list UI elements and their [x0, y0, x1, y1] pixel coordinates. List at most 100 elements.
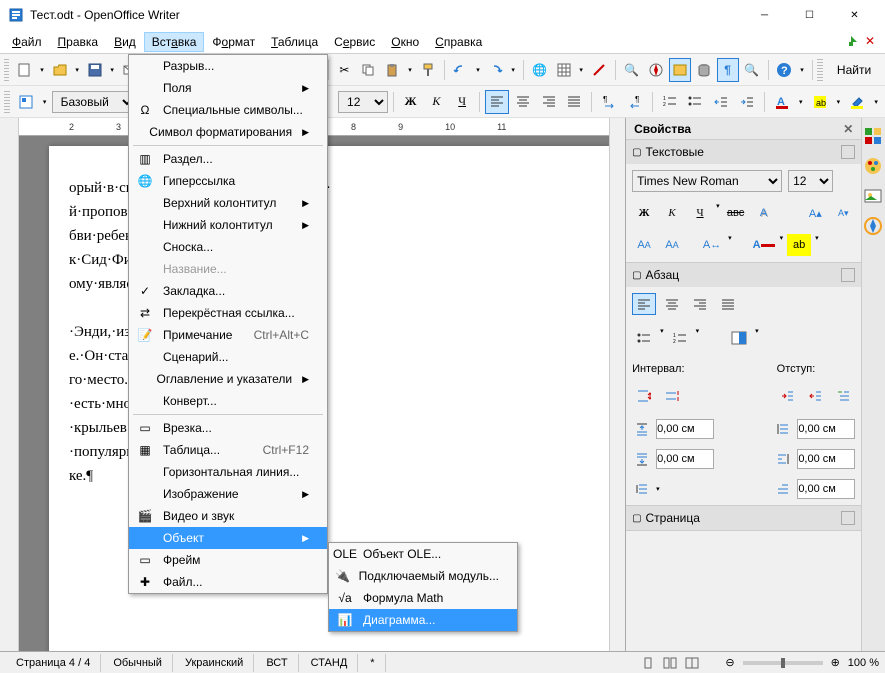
undo-button[interactable] — [449, 58, 471, 82]
menu-tools[interactable]: Сервис — [326, 32, 383, 52]
sidebar-fontcolor-button[interactable]: A — [752, 234, 776, 256]
insert-menu-item[interactable]: Название... — [129, 258, 327, 280]
menu-file[interactable]: Файл — [4, 32, 50, 52]
sidebar-super-button[interactable]: AA — [632, 234, 656, 256]
menu-insert[interactable]: Вставка — [144, 32, 205, 52]
view-single-icon[interactable] — [641, 656, 655, 670]
sidebar-align-left[interactable] — [632, 293, 656, 315]
sidebar-shrink-button[interactable]: A▾ — [831, 202, 855, 224]
styles-button[interactable] — [14, 90, 38, 114]
menu-window[interactable]: Окно — [383, 32, 427, 52]
insert-menu-item[interactable]: Сценарий... — [129, 346, 327, 368]
sidebar-space-dec[interactable] — [660, 385, 684, 407]
insert-menu-item[interactable]: Конверт... — [129, 390, 327, 412]
numbered-list-button[interactable]: 12 — [658, 90, 682, 114]
open-button[interactable] — [49, 58, 71, 82]
sidebar-bullets[interactable] — [632, 327, 656, 349]
object-submenu-item[interactable]: OLEОбъект OLE... — [329, 543, 517, 565]
find-button[interactable]: 🔍 — [621, 58, 643, 82]
sidebar-italic-button[interactable]: К — [660, 202, 684, 224]
table-dropdown[interactable]: ▾ — [577, 66, 586, 74]
rail-navigator[interactable] — [863, 216, 885, 238]
insert-menu-item[interactable]: Сноска... — [129, 236, 327, 258]
status-page[interactable]: Страница 4 / 4 — [6, 654, 101, 672]
sidebar-underline-button[interactable]: Ч — [688, 202, 712, 224]
cut-button[interactable]: ✂ — [333, 58, 355, 82]
update-icon[interactable] — [843, 34, 859, 50]
open-dropdown[interactable]: ▾ — [73, 66, 82, 74]
new-dropdown[interactable]: ▾ — [37, 66, 46, 74]
sidebar-close-icon[interactable]: ✕ — [843, 122, 853, 136]
gallery-button[interactable] — [669, 58, 691, 82]
indent-left-input[interactable] — [797, 419, 855, 439]
sidebar-bold-button[interactable]: Ж — [632, 202, 656, 224]
text-panel-header[interactable]: ▢Текстовые — [626, 140, 861, 164]
insert-menu-item[interactable]: Горизонтальная линия... — [129, 461, 327, 483]
zoom-level[interactable]: 100 % — [848, 657, 879, 669]
ltr-button[interactable]: ¶ — [597, 90, 621, 114]
rail-gallery[interactable] — [863, 186, 885, 208]
styles-dropdown[interactable]: ▾ — [40, 98, 50, 106]
vertical-scrollbar[interactable] — [609, 118, 625, 651]
help-button[interactable]: ? — [773, 58, 795, 82]
table-button[interactable] — [553, 58, 575, 82]
view-book-icon[interactable] — [685, 656, 699, 670]
highlight-dropdown[interactable]: ▾ — [833, 98, 843, 106]
insert-menu-item[interactable]: ▭Фрейм — [129, 549, 327, 571]
insert-menu-item[interactable]: ✚Файл... — [129, 571, 327, 593]
bullet-list-button[interactable] — [684, 90, 708, 114]
find-label[interactable]: Найти — [827, 63, 881, 77]
view-multi-icon[interactable] — [663, 656, 677, 670]
sidebar-fontsize-combo[interactable]: 12 — [788, 170, 833, 192]
page-panel-header[interactable]: ▢Страница — [626, 506, 861, 530]
navigator-button[interactable] — [645, 58, 667, 82]
object-submenu-item[interactable]: 📊Диаграмма... — [329, 609, 517, 631]
sidebar-spacing-button[interactable]: A↔ — [700, 234, 724, 256]
insert-menu-item[interactable]: ⇄Перекрёстная ссылка... — [129, 302, 327, 324]
style-combo[interactable]: Базовый — [52, 91, 136, 113]
zoom-button[interactable]: 🔍 — [741, 58, 763, 82]
menu-help[interactable]: Справка — [427, 32, 490, 52]
rail-properties[interactable] — [863, 126, 885, 148]
insert-menu-item[interactable]: 🌐Гиперссылка — [129, 170, 327, 192]
sidebar-space-inc[interactable] — [632, 385, 656, 407]
insert-menu-item[interactable]: Объект▶ — [129, 527, 327, 549]
sidebar-shadow-button[interactable]: A — [752, 202, 776, 224]
insert-menu-item[interactable]: Символ форматирования▶ — [129, 121, 327, 143]
sidebar-align-right[interactable] — [688, 293, 712, 315]
copy-button[interactable] — [357, 58, 379, 82]
nonprinting-button[interactable]: ¶ — [717, 58, 739, 82]
redo-dropdown[interactable]: ▾ — [509, 66, 518, 74]
insert-menu-item[interactable]: Разрыв... — [129, 55, 327, 77]
paste-dropdown[interactable]: ▾ — [405, 66, 414, 74]
align-center-button[interactable] — [511, 90, 535, 114]
insert-menu-item[interactable]: Поля▶ — [129, 77, 327, 99]
space-above-input[interactable] — [656, 419, 714, 439]
zoom-out-button[interactable]: ⊖ — [725, 656, 734, 669]
menu-table[interactable]: Таблица — [263, 32, 326, 52]
rail-styles[interactable] — [863, 156, 885, 178]
menu-view[interactable]: Вид — [106, 32, 144, 52]
italic-button[interactable]: К — [424, 90, 448, 114]
help-dropdown[interactable]: ▾ — [797, 66, 806, 74]
highlight-button[interactable]: ab — [808, 90, 832, 114]
sidebar-align-justify[interactable] — [716, 293, 740, 315]
insert-menu-item[interactable]: Верхний колонтитул▶ — [129, 192, 327, 214]
status-lang[interactable]: Украинский — [175, 654, 254, 672]
font-color-button[interactable]: A — [770, 90, 794, 114]
insert-menu-item[interactable]: Изображение▶ — [129, 483, 327, 505]
sidebar-strike-button[interactable]: авс — [724, 202, 748, 224]
datasources-button[interactable] — [693, 58, 715, 82]
sidebar-numbers[interactable]: 12 — [668, 327, 692, 349]
sidebar-hanging[interactable] — [831, 385, 855, 407]
undo-dropdown[interactable]: ▾ — [473, 66, 482, 74]
page-panel-more-icon[interactable] — [841, 511, 855, 525]
window-close-icon[interactable]: ✕ — [865, 34, 875, 50]
para-panel-more-icon[interactable] — [841, 268, 855, 282]
menu-format[interactable]: Формат — [204, 32, 263, 52]
insert-menu-item[interactable]: Нижний колонтитул▶ — [129, 214, 327, 236]
status-std[interactable]: СТАНД — [301, 654, 359, 672]
status-style[interactable]: Обычный — [103, 654, 173, 672]
firstline-input[interactable] — [797, 479, 855, 499]
menu-edit[interactable]: Правка — [50, 32, 107, 52]
